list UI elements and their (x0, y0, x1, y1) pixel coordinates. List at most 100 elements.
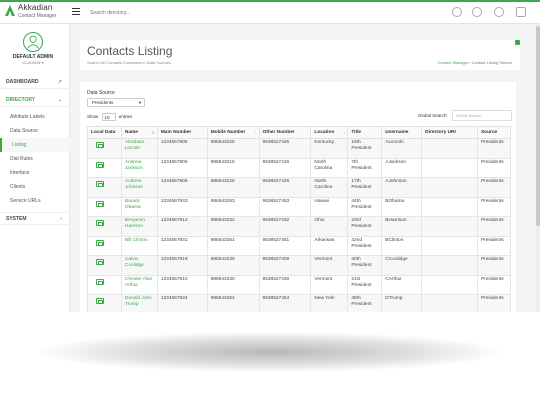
name-cell: Bill Clinton (120, 235, 158, 256)
local-data-icon[interactable] (96, 220, 104, 226)
mobile-number-cell: 986543230 (206, 274, 260, 295)
directory-uri-cell (421, 177, 478, 198)
table-row: Benjamin Harrison 1234567912 986543232 9… (87, 216, 512, 237)
contact-name-link[interactable]: Andrew Jackson (125, 160, 143, 171)
table-row: Andrew Jackson 1234567906 986543216 9638… (87, 157, 512, 178)
menu-toggle-icon[interactable] (72, 8, 80, 16)
column-main-number[interactable]: Main Number ↕ (156, 126, 208, 139)
contact-name-link[interactable]: Andrew Johnson (125, 179, 143, 190)
chevron-down-icon: ⌄ (57, 97, 62, 103)
clock-icon[interactable] (494, 7, 504, 17)
entries-select[interactable]: 10 (101, 113, 116, 121)
other-number-cell: 9638527432 (258, 216, 312, 237)
scrollbar-thumb[interactable] (536, 26, 540, 226)
table-row: Bill Clinton 1234567931 986543251 963852… (87, 235, 512, 256)
sort-icon: ↕ (254, 130, 257, 135)
local-data-icon[interactable] (96, 298, 104, 304)
source-cell: Presidents (476, 255, 512, 276)
breadcrumb-home[interactable]: Contact Manager (438, 60, 469, 65)
system-label: SYSTEM (6, 216, 27, 222)
sidebar-item-clients[interactable]: Clients (0, 180, 70, 194)
sidebar-item-service-urls[interactable]: Service URLs (0, 194, 70, 208)
sort-icon: ↕ (377, 130, 380, 135)
directory-uri-cell (421, 255, 478, 276)
local-data-cell (87, 294, 122, 312)
username-cell: BHarrison (381, 216, 423, 237)
data-source-select[interactable]: Presidents ▼ (87, 98, 145, 107)
local-data-icon[interactable] (96, 181, 104, 187)
entries-label: entries (118, 114, 133, 120)
title-cell: 23rd President (347, 216, 383, 237)
column-name[interactable]: Name ⇅ (120, 126, 158, 139)
name-cell: Benjamin Harrison (120, 216, 158, 237)
sort-icon: ⇅ (151, 130, 155, 135)
help-icon[interactable] (472, 7, 482, 17)
brand-title: Akkadian (18, 3, 53, 12)
location-cell: Ohio (310, 216, 349, 237)
column-local-data[interactable]: Local Data (87, 126, 122, 139)
name-cell: Andrew Jackson (120, 157, 158, 178)
username-cell: CCoolidge (381, 255, 423, 276)
local-data-icon[interactable] (96, 259, 104, 265)
column-directory-uri[interactable]: Directory URI ↕ (421, 126, 478, 139)
name-cell: Chester Alan Arthur (120, 274, 158, 295)
name-cell: Andrew Johnson (120, 177, 158, 198)
local-data-cell (87, 216, 122, 237)
contact-name-link[interactable]: Donald John Trump (125, 296, 152, 307)
column-other-number[interactable]: Other Number ↕ (258, 126, 312, 139)
local-data-icon[interactable] (96, 161, 104, 168)
search-input[interactable] (90, 6, 290, 20)
local-data-icon[interactable] (96, 278, 104, 285)
other-number-cell: 9638527454 (258, 294, 312, 312)
brand-subtitle: Contact Manager (18, 13, 57, 19)
main-number-cell: 1234567912 (156, 216, 208, 237)
column-location[interactable]: Location ↕ (310, 126, 349, 139)
user-role-dropdown[interactable]: CLADMIN ▾ (0, 60, 66, 65)
title-cell: 42nd President (347, 235, 383, 256)
sidebar-item-directory[interactable]: DIRECTORY ⌄ (0, 94, 70, 107)
location-cell: Hawaii (310, 196, 349, 217)
main-number-cell: 1234567906 (156, 177, 208, 198)
brand-logo[interactable]: Akkadian Contact Manager (0, 2, 70, 24)
settings-icon[interactable] (452, 7, 462, 17)
sidebar-item-dial-rules[interactable]: Dial Rules (0, 152, 70, 166)
sidebar-item-interface[interactable]: Interface (0, 166, 70, 180)
table-row: Chester Alan Arthur 1234567910 986543230… (87, 274, 512, 295)
sidebar-item-system[interactable]: SYSTEM ‹ (0, 212, 70, 225)
other-number-cell: 9638527451 (258, 235, 312, 256)
local-data-cell (87, 196, 122, 217)
settings-toggle-icon[interactable] (515, 40, 520, 45)
sidebar-item-listing[interactable]: Listing (0, 138, 70, 152)
contact-name-link[interactable]: Bill Clinton (125, 238, 148, 243)
contact-name-link[interactable]: Abraham Lincoln (125, 140, 144, 151)
local-data-cell (87, 235, 122, 256)
main-number-cell: 1234567931 (156, 235, 208, 256)
contact-name-link[interactable]: Calvin Coolidge (125, 257, 144, 268)
sidebar-item-data-source[interactable]: Data Source (0, 124, 70, 138)
local-data-cell (87, 177, 122, 198)
location-cell: North Carolina (310, 177, 349, 198)
column-mobile-number[interactable]: Mobile Number ↕ (206, 126, 260, 139)
sidebar-item-attribute-labels[interactable]: Attribute Labels (0, 110, 70, 124)
main-number-cell: 1234567919 (156, 255, 208, 276)
app-window: Akkadian Contact Manager DEFAULT ADMIN C… (0, 0, 540, 312)
local-data-cell (87, 255, 122, 276)
column-title[interactable]: Title ↕ (347, 126, 383, 139)
sidebar-item-dashboard[interactable]: DASHBOARD ↗ (0, 76, 70, 89)
local-data-icon[interactable] (96, 239, 104, 246)
page-title: Contacts Listing (87, 44, 173, 58)
logout-icon[interactable] (516, 7, 526, 17)
column-label: Username (385, 130, 409, 135)
contact-name-link[interactable]: Chester Alan Arthur (125, 277, 152, 288)
column-username[interactable]: Username ↕ (381, 126, 423, 139)
local-data-icon[interactable] (96, 200, 104, 207)
contact-name-link[interactable]: Barack Obama (125, 199, 141, 210)
dashboard-label: DASHBOARD (6, 79, 39, 85)
global-search-input[interactable]: Global Search (452, 110, 512, 121)
contact-name-link[interactable]: Benjamin Harrison (125, 218, 145, 229)
directory-uri-cell (421, 196, 478, 217)
listing-card: Data Source Presidents ▼ Show 10 entries… (80, 82, 516, 312)
local-data-icon[interactable] (96, 142, 104, 148)
column-source[interactable]: Source ↕ (476, 126, 512, 139)
sort-icon: ↕ (417, 130, 420, 135)
